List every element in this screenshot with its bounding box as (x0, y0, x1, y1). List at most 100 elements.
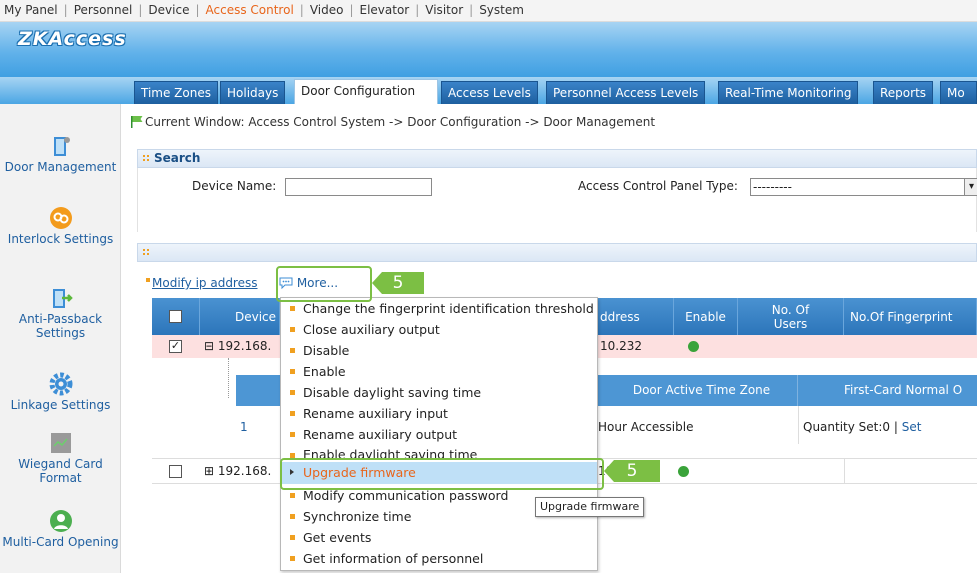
flag-icon (131, 116, 143, 128)
step-callout-badge: 5 (372, 272, 424, 294)
nav-elevator[interactable]: Elevator (360, 0, 410, 20)
column-header-users[interactable]: No. Of Users (738, 298, 844, 335)
bullet-icon (290, 556, 295, 561)
tooltip: Upgrade firmware (535, 497, 645, 517)
breadcrumb-text: Current Window: Access Control System ->… (145, 115, 656, 129)
bullet-icon (146, 278, 150, 282)
tab-time-zones[interactable]: Time Zones (134, 81, 218, 104)
menu-item-label: Change the fingerprint identification th… (303, 301, 594, 316)
tab-door-configuration[interactable]: Door Configuration (294, 79, 438, 104)
divider (844, 459, 845, 483)
wiegand-icon (50, 433, 71, 453)
tab-real-time-monitoring[interactable]: Real-Time Monitoring (718, 81, 859, 104)
panel-type-select[interactable]: --------- ▾ (750, 178, 977, 196)
menu-item-label: Rename auxiliary input (303, 406, 448, 421)
anti-passback-icon (52, 289, 73, 308)
row-device[interactable]: ⊞ 192.168. (204, 464, 271, 478)
panel-type-value: --------- (753, 180, 792, 194)
tree-line (228, 358, 229, 398)
bullet-icon (290, 306, 295, 311)
sidebar-item-label: Wiegand Card Format (18, 457, 103, 485)
menu-item-get-events[interactable]: Get events (281, 527, 597, 548)
bullet-icon (290, 535, 295, 540)
menu-item-get-personnel-info[interactable]: Get information of personnel (281, 548, 597, 569)
door-icon (53, 137, 70, 156)
header-banner: ZKAccess (0, 22, 977, 77)
sub-column-header-first-card[interactable]: First-Card Normal O (798, 375, 977, 406)
nav-device[interactable]: Device (148, 0, 189, 20)
bullet-icon (290, 348, 295, 353)
row-checkbox-checked[interactable]: ✓ (169, 340, 182, 353)
sidebar-item-anti-passback[interactable]: Anti-Passback Settings (0, 286, 121, 340)
bullet-icon (290, 514, 295, 519)
column-header-enable[interactable]: Enable (674, 298, 738, 335)
nav-personnel[interactable]: Personnel (74, 0, 133, 20)
menu-item-label: Disable daylight saving time (303, 385, 482, 400)
device-name-label: Device Name: (192, 179, 277, 193)
sub-row-first-card: Quantity Set:0 | Set (803, 420, 921, 434)
device-name-input[interactable] (285, 178, 432, 196)
select-all-checkbox[interactable] (169, 310, 182, 323)
menu-item-close-auxiliary-output[interactable]: Close auxiliary output (281, 319, 597, 340)
column-header-address[interactable]: ddress (598, 298, 674, 335)
panel-type-label: Access Control Panel Type: (578, 179, 738, 193)
bullet-icon (290, 432, 295, 437)
menu-item-disable[interactable]: Disable (281, 340, 597, 361)
menu-item-label: Get information of personnel (303, 551, 484, 566)
sub-row-time-zone: Hour Accessible (598, 420, 694, 434)
nav-access-control[interactable]: Access Control (206, 0, 294, 20)
menu-item-disable-daylight-saving[interactable]: Disable daylight saving time (281, 382, 597, 403)
column-header-device[interactable]: Device (200, 298, 280, 335)
multi-card-icon (49, 510, 72, 532)
nav-my-panel[interactable]: My Panel (0, 0, 58, 20)
menu-item-label: Enable (303, 364, 346, 379)
divider (798, 406, 799, 444)
tab-holidays[interactable]: Holidays (220, 81, 286, 104)
set-link[interactable]: Set (902, 420, 922, 434)
device-list-section-header (137, 243, 977, 262)
row-device[interactable]: ⊟ 192.168. (204, 339, 271, 353)
sidebar-item-label: Interlock Settings (7, 232, 114, 246)
sidebar-item-linkage-settings[interactable]: Linkage Settings (0, 372, 121, 412)
first-card-text: Quantity Set:0 | (803, 420, 902, 434)
sidebar-item-wiegand-card-format[interactable]: Wiegand Card Format (0, 431, 121, 485)
modify-ip-link[interactable]: Modify ip address (152, 276, 258, 290)
row-checkbox[interactable] (169, 465, 182, 478)
gear-icon (49, 372, 72, 396)
tab-access-levels[interactable]: Access Levels (441, 81, 538, 104)
menu-item-label: Synchronize time (303, 509, 412, 524)
chevron-down-icon: ▾ (964, 179, 977, 195)
tab-more[interactable]: Mo (940, 81, 977, 104)
sub-column-header-door-active-time-zone[interactable]: Door Active Time Zone (606, 375, 798, 406)
sidebar-item-interlock-settings[interactable]: Interlock Settings (0, 206, 121, 246)
section-dots-icon (142, 154, 150, 162)
bullet-icon (290, 390, 295, 395)
enabled-check-icon (678, 466, 689, 477)
column-header-fingerprint[interactable]: No.Of Fingerprint (844, 298, 977, 335)
breadcrumb: Current Window: Access Control System ->… (130, 112, 977, 132)
menu-item-enable-daylight-saving[interactable]: Enable daylight saving time (281, 445, 597, 459)
menu-item-enable[interactable]: Enable (281, 361, 597, 382)
sidebar: Door Management Interlock Settings Anti-… (0, 104, 121, 573)
nav-visitor[interactable]: Visitor (425, 0, 463, 20)
select-all-header (152, 298, 200, 335)
menu-item-rename-auxiliary-output[interactable]: Rename auxiliary output (281, 424, 597, 445)
logo: ZKAccess (18, 28, 127, 50)
menu-item-label: Rename auxiliary output (303, 427, 458, 442)
tab-personnel-access-levels[interactable]: Personnel Access Levels (546, 81, 706, 104)
search-title: Search (154, 151, 201, 165)
nav-system[interactable]: System (479, 0, 524, 20)
menu-item-label: Close auxiliary output (303, 322, 440, 337)
interlock-icon (49, 207, 72, 229)
sidebar-item-multi-card-opening[interactable]: Multi-Card Opening (0, 509, 121, 549)
sub-row-index-link[interactable]: 1 (240, 420, 248, 434)
search-section-header: Search (137, 149, 977, 168)
menu-item-label: Disable (303, 343, 350, 358)
nav-video[interactable]: Video (310, 0, 344, 20)
section-dots-icon (142, 248, 150, 256)
sidebar-item-label: Linkage Settings (10, 398, 111, 412)
menu-item-rename-auxiliary-input[interactable]: Rename auxiliary input (281, 403, 597, 424)
sidebar-item-door-management[interactable]: Door Management (0, 134, 121, 174)
search-panel: Device Name: Access Control Panel Type: … (137, 168, 977, 232)
tab-reports[interactable]: Reports (873, 81, 934, 104)
